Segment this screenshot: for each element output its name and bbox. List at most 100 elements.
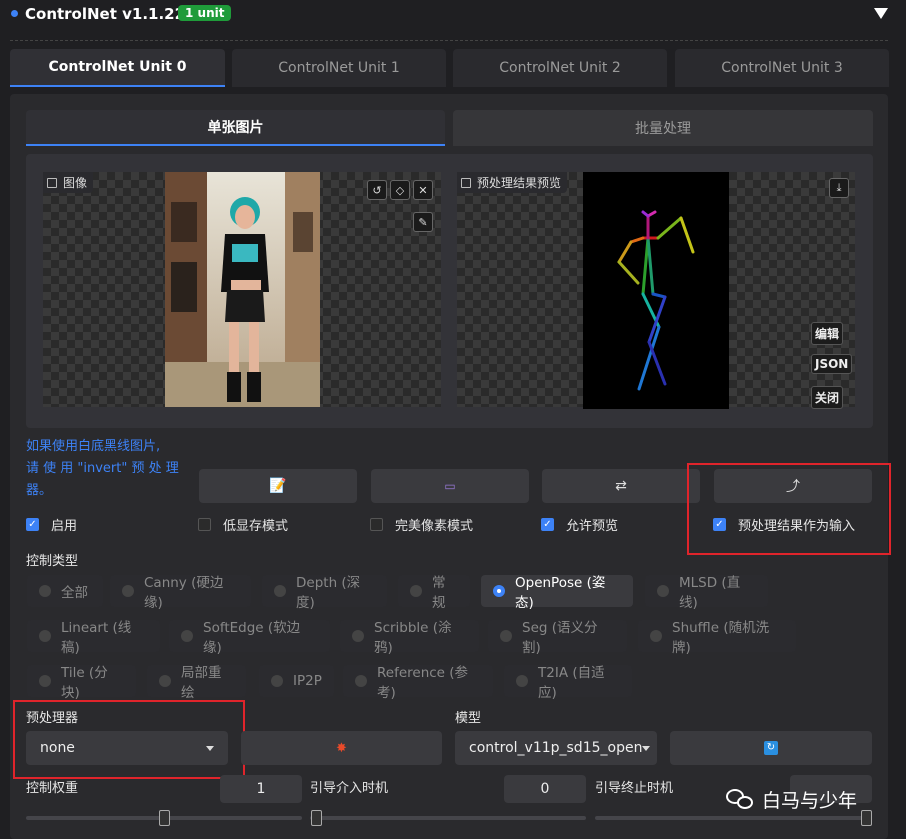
radio-icon (355, 675, 367, 687)
control-type-softedge[interactable]: SoftEdge (软边缘) (169, 620, 330, 656)
radio-label: OpenPose (姿态) (515, 575, 606, 611)
tab-single-image[interactable]: 单张图片 (26, 110, 445, 146)
pixel-perfect-label: 完美像素模式 (395, 519, 474, 534)
radio-label: Shuffle (随机洗牌) (672, 620, 770, 656)
image-label-text: 图像 (63, 176, 88, 190)
control-weight-label: 控制权重 (26, 781, 79, 796)
radio-icon (500, 630, 512, 642)
brush-icon[interactable]: ✎ (413, 212, 433, 232)
radio-label: Scribble (涂鸦) (374, 620, 452, 656)
model-dropdown[interactable]: control_v11p_sd15_open (455, 731, 657, 765)
swap-dimensions-button[interactable]: ⇄ (542, 469, 700, 503)
radio-icon (410, 585, 422, 597)
control-type-tile[interactable]: Tile (分块) (27, 665, 136, 701)
control-type-ip2p[interactable]: IP2P (259, 665, 334, 697)
guidance-end-label: 引导终止时机 (595, 781, 674, 796)
control-type-lineart[interactable]: Lineart (线稿) (27, 620, 160, 656)
control-type-t2ia[interactable]: T2IA (自适应) (504, 665, 632, 701)
unit-count-badge: 1 unit (178, 5, 232, 21)
preview-label: 预处理结果预览 (457, 172, 568, 193)
guidance-end-slider-thumb[interactable] (861, 810, 872, 826)
close-preview-button[interactable]: 关闭 (811, 386, 844, 409)
enable-checkbox[interactable]: ✓ 启用 (26, 515, 77, 534)
control-type-normal[interactable]: 常规 (398, 575, 470, 611)
camera-icon: ▭ (444, 479, 456, 493)
radio-icon (181, 630, 193, 642)
radio-icon (39, 675, 51, 687)
guidance-end-slider[interactable] (595, 816, 872, 820)
control-weight-input[interactable]: 1 (220, 775, 302, 803)
radio-icon (159, 675, 171, 687)
tab-batch[interactable]: 批量处理 (453, 110, 873, 146)
guidance-start-input[interactable]: 0 (504, 775, 586, 803)
control-type-openpose[interactable]: OpenPose (姿态) (481, 575, 633, 611)
preview-label-text: 预处理结果预览 (477, 176, 562, 190)
panel-title[interactable]: ControlNet v1.1.228 (25, 5, 196, 23)
control-type-depth[interactable]: Depth (深度) (262, 575, 387, 611)
close-icon[interactable]: ✕ (413, 180, 433, 200)
checkbox-unchecked-icon (198, 518, 211, 531)
guidance-start-slider[interactable] (310, 816, 586, 820)
checkbox-checked-icon: ✓ (541, 518, 554, 531)
control-type-canny[interactable]: Canny (硬边缘) (110, 575, 251, 611)
lowvram-label: 低显存模式 (223, 519, 289, 534)
swap-arrows-icon: ⇄ (615, 478, 627, 494)
pixel-perfect-checkbox[interactable]: 完美像素模式 (370, 515, 473, 534)
radio-label: MLSD (直线) (679, 575, 741, 611)
refresh-models-button[interactable]: ↻ (670, 731, 872, 765)
radio-icon (650, 630, 662, 642)
model-label: 模型 (455, 711, 482, 726)
wechat-icon (726, 788, 754, 811)
highlight-box-checkbox (687, 463, 891, 555)
lowvram-checkbox[interactable]: 低显存模式 (198, 515, 288, 534)
run-preprocessor-button[interactable]: ✸ (241, 731, 442, 765)
rotate-icon[interactable]: ↺ (367, 180, 387, 200)
checkbox-unchecked-icon (370, 518, 383, 531)
radio-label: Seg (语义分割) (522, 620, 598, 656)
radio-label: 全部 (61, 585, 88, 601)
chevron-down-icon (642, 745, 651, 751)
tab-unit-3[interactable]: ControlNet Unit 3 (675, 49, 889, 87)
download-icon[interactable]: ⤓ (829, 178, 849, 198)
radio-icon (122, 585, 134, 597)
watermark: 白马与少年 (726, 786, 857, 813)
radio-label: Canny (硬边缘) (144, 575, 224, 611)
radio-icon (657, 585, 669, 597)
guidance-start-slider-thumb[interactable] (311, 810, 322, 826)
collapse-triangle-icon[interactable] (874, 8, 888, 19)
control-weight-slider-thumb[interactable] (159, 810, 170, 826)
control-type-mlsd[interactable]: MLSD (直线) (645, 575, 768, 611)
control-type-shuffle[interactable]: Shuffle (随机洗牌) (638, 620, 796, 656)
document-icon: 📝 (269, 478, 287, 494)
radio-label: SoftEdge (软边缘) (203, 620, 301, 656)
tab-unit-0[interactable]: ControlNet Unit 0 (10, 49, 225, 87)
control-type-reference[interactable]: Reference (参考) (343, 665, 493, 701)
tab-unit-2[interactable]: ControlNet Unit 2 (453, 49, 667, 87)
tab-unit-1[interactable]: ControlNet Unit 1 (232, 49, 446, 87)
control-type-inpaint[interactable]: 局部重绘 (147, 665, 246, 701)
edit-button[interactable]: 编辑 (811, 322, 844, 345)
invert-hint: 如果使用白底黑线图片, 请 使 用 "invert" 预 处 理 器。 (26, 436, 196, 502)
image-label: 图像 (43, 172, 94, 193)
image-icon (47, 177, 57, 188)
new-canvas-button[interactable]: 📝 (199, 469, 357, 503)
webcam-button[interactable]: ▭ (371, 469, 529, 503)
radio-icon (516, 675, 528, 687)
status-dot (11, 10, 18, 17)
control-type-scribble[interactable]: Scribble (涂鸦) (340, 620, 479, 656)
control-type-all[interactable]: 全部 (27, 575, 103, 607)
allow-preview-checkbox[interactable]: ✓ 允许预览 (541, 515, 618, 534)
control-type-seg[interactable]: Seg (语义分割) (488, 620, 627, 656)
eraser-icon[interactable]: ◇ (390, 180, 410, 200)
allow-preview-label: 允许预览 (566, 519, 619, 534)
radio-icon (271, 675, 283, 687)
hint-line-1: 如果使用白底黑线图片, (26, 439, 161, 454)
json-button[interactable]: JSON (811, 354, 853, 374)
explosion-icon: ✸ (336, 740, 347, 756)
radio-label: T2IA (自适应) (538, 665, 605, 701)
radio-icon (39, 585, 51, 597)
input-image (165, 172, 320, 407)
refresh-icon: ↻ (764, 741, 778, 755)
radio-icon (274, 585, 286, 597)
hint-line-2: 请 使 用 "invert" 预 处 理 (26, 461, 179, 476)
